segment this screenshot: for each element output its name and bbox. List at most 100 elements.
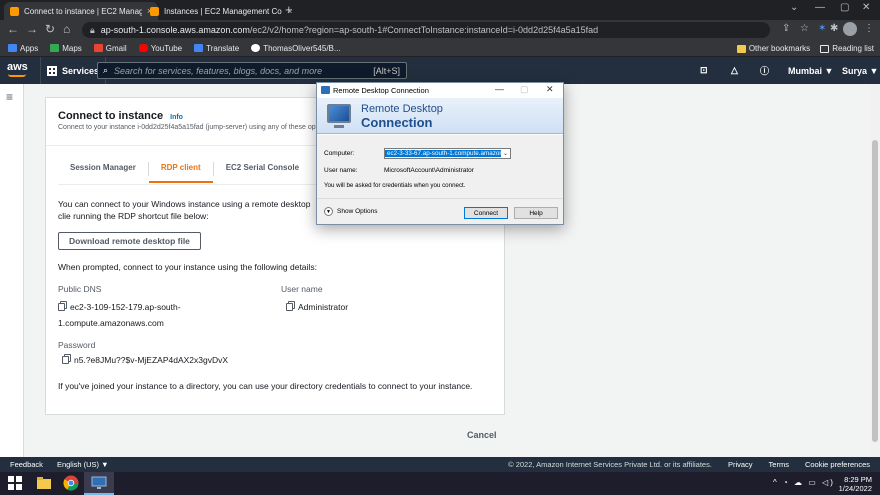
bookmark-maps[interactable]: Maps (50, 44, 82, 53)
privacy-link[interactable]: Privacy (728, 460, 753, 469)
close-icon[interactable]: ✕ (546, 84, 554, 95)
page-scrollbar[interactable] (870, 84, 880, 457)
extensions-puzzle-icon[interactable]: ✱ (830, 23, 838, 34)
bookmark-star-icon[interactable]: ☆ (800, 23, 809, 34)
bookmark-label: YouTube (150, 43, 183, 53)
copy-icon[interactable] (62, 356, 69, 364)
username-label: User name: (324, 167, 358, 174)
bookmark-translate[interactable]: Translate (194, 44, 239, 53)
left-rail: ≡ (0, 84, 24, 457)
bookmark-label: Maps (62, 43, 82, 53)
home-icon[interactable]: ⌂ (63, 22, 70, 36)
windows-taskbar: ^ ◔ ☁ ▭ ◁) 8:29 PM 1/24/2022 (0, 472, 880, 495)
tab-instances[interactable]: Instances | EC2 Management Co × (144, 2, 298, 20)
minimize-icon[interactable]: — (495, 84, 504, 94)
clock-time: 8:29 PM (844, 475, 872, 484)
remote-desktop-dialog: Remote Desktop Connection — ▢ ✕ Remote D… (316, 82, 564, 225)
extension-icon[interactable]: ✶ (818, 23, 826, 34)
bookmark-gmail[interactable]: Gmail (93, 44, 127, 53)
terms-link[interactable]: Terms (769, 460, 789, 469)
public-dns-label: Public DNS (58, 284, 102, 294)
cancel-button[interactable]: Cancel (467, 430, 497, 440)
reading-list-icon (820, 44, 830, 53)
tab-rdp-client[interactable]: RDP client (148, 157, 213, 183)
chrome-menu-icon[interactable]: ⋮ (864, 23, 874, 34)
tab-connect-to-instance[interactable]: Connect to instance | EC2 Manag × (4, 2, 159, 20)
banner-line2: Connection (361, 115, 433, 130)
language-selector[interactable]: English (US) ▼ (57, 460, 109, 469)
taskbar-rdp-item[interactable] (84, 472, 114, 495)
tab-title: Instances | EC2 Management Co (164, 6, 282, 16)
chevron-down-icon[interactable]: ⌄ (501, 150, 510, 157)
bookmark-youtube[interactable]: YouTube (138, 43, 183, 53)
aws-logo[interactable]: aws (7, 61, 28, 73)
share-icon[interactable]: ⇪ (782, 23, 790, 34)
chrome-icon[interactable] (63, 475, 79, 491)
close-window-icon[interactable]: ✕ (862, 2, 870, 13)
tab-search-icon[interactable]: ⌄ (790, 2, 798, 13)
search-placeholder: Search for services, features, blogs, do… (114, 65, 323, 76)
tab-ec2-serial-console[interactable]: EC2 Serial Console (214, 157, 311, 183)
username-label: User name (281, 284, 323, 294)
monitor-icon (327, 104, 351, 123)
new-tab-button[interactable]: + (285, 2, 293, 17)
password-value: n5.?e8JMu??$v-MjEZAP4dAX2x3gvDvX (62, 352, 228, 368)
rdp-app-icon (321, 86, 330, 94)
region-selector[interactable]: Mumbai ▼ (788, 57, 833, 84)
bookmark-github[interactable]: ThomasOliver545/B... (251, 43, 341, 53)
show-options-label: Show Options (337, 208, 378, 215)
aws-favicon-icon (10, 6, 19, 16)
windows-start-icon[interactable] (8, 476, 22, 490)
feedback-link[interactable]: Feedback (10, 460, 43, 469)
expand-circle-icon: ▼ (324, 207, 333, 216)
cloudshell-icon[interactable]: ⊡ (700, 57, 708, 84)
system-tray-icons[interactable]: ^ ◔ ☁ ▭ ◁) (773, 478, 835, 487)
bookmark-label: Apps (20, 43, 39, 53)
file-explorer-icon[interactable] (36, 475, 52, 491)
tab-title: Connect to instance | EC2 Manag (24, 6, 142, 16)
minimize-icon[interactable]: — (815, 2, 825, 13)
clock-date: 1/24/2022 (838, 484, 872, 493)
bookmark-apps[interactable]: Apps (8, 44, 38, 53)
directory-footnote: If you've joined your instance to a dire… (58, 381, 473, 391)
help-icon[interactable]: ⓘ (760, 57, 769, 84)
credentials-note: You will be asked for credentials when y… (324, 182, 466, 189)
reload-icon[interactable]: ↻ (45, 22, 55, 36)
forward-icon[interactable]: → (26, 22, 38, 36)
cookie-preferences-link[interactable]: Cookie preferences (805, 460, 870, 469)
show-options-toggle[interactable]: ▼ Show Options (324, 207, 377, 216)
scrollbar-thumb[interactable] (872, 140, 878, 442)
dialog-titlebar[interactable]: Remote Desktop Connection — ▢ ✕ (317, 83, 563, 98)
copy-icon[interactable] (286, 303, 293, 311)
reading-list[interactable]: Reading list (820, 44, 874, 53)
username-value: Administrator (286, 299, 348, 315)
hamburger-menu-icon[interactable]: ≡ (6, 90, 13, 104)
info-link[interactable]: Info (170, 114, 183, 121)
password-text: n5.?e8JMu??$v-MjEZAP4dAX2x3gvDvX (74, 355, 229, 365)
connect-button[interactable]: Connect (464, 207, 508, 219)
url-path: /ec2/v2/home?region=ap-south-1#ConnectTo… (249, 25, 599, 35)
download-rdp-file-button[interactable]: Download remote desktop file (58, 232, 201, 250)
back-icon[interactable]: ← (7, 22, 19, 36)
aws-search-input[interactable]: ⌕ Search for services, features, blogs, … (97, 62, 407, 79)
username-text: Administrator (298, 302, 349, 312)
help-button[interactable]: Help (514, 207, 558, 219)
dialog-banner: Remote Desktop Connection (317, 98, 563, 134)
tab-session-manager[interactable]: Session Manager (58, 157, 148, 183)
other-bookmarks[interactable]: Other bookmarks (736, 44, 810, 53)
maps-icon (50, 44, 60, 52)
taskbar-clock[interactable]: 8:29 PM 1/24/2022 (839, 475, 872, 493)
copy-icon[interactable] (58, 303, 65, 311)
maximize-icon[interactable]: ▢ (840, 2, 849, 13)
panel-subtitle: Connect to your instance i-0dd2d25f4a5a1… (58, 124, 316, 131)
public-dns-line2: 1.compute.amazonaws.com (58, 318, 164, 328)
computer-label: Computer: (324, 150, 355, 157)
profile-avatar[interactable] (843, 22, 857, 36)
account-menu[interactable]: Surya ▼ (842, 57, 878, 84)
public-dns-value: ec2-3-109-152-179.ap-south- 1.compute.am… (58, 299, 181, 331)
computer-combobox[interactable]: ec2-3-33-67.ap-south-1.compute.amazonaws… (384, 148, 511, 159)
page-title: Connect to instance Info (58, 110, 183, 122)
url-input[interactable]: 🔒︎ ap-south-1.console.aws.amazon.com/ec2… (82, 22, 770, 38)
notifications-bell-icon[interactable]: △ (731, 57, 738, 84)
bookmark-label: ThomasOliver545/B... (263, 43, 341, 53)
